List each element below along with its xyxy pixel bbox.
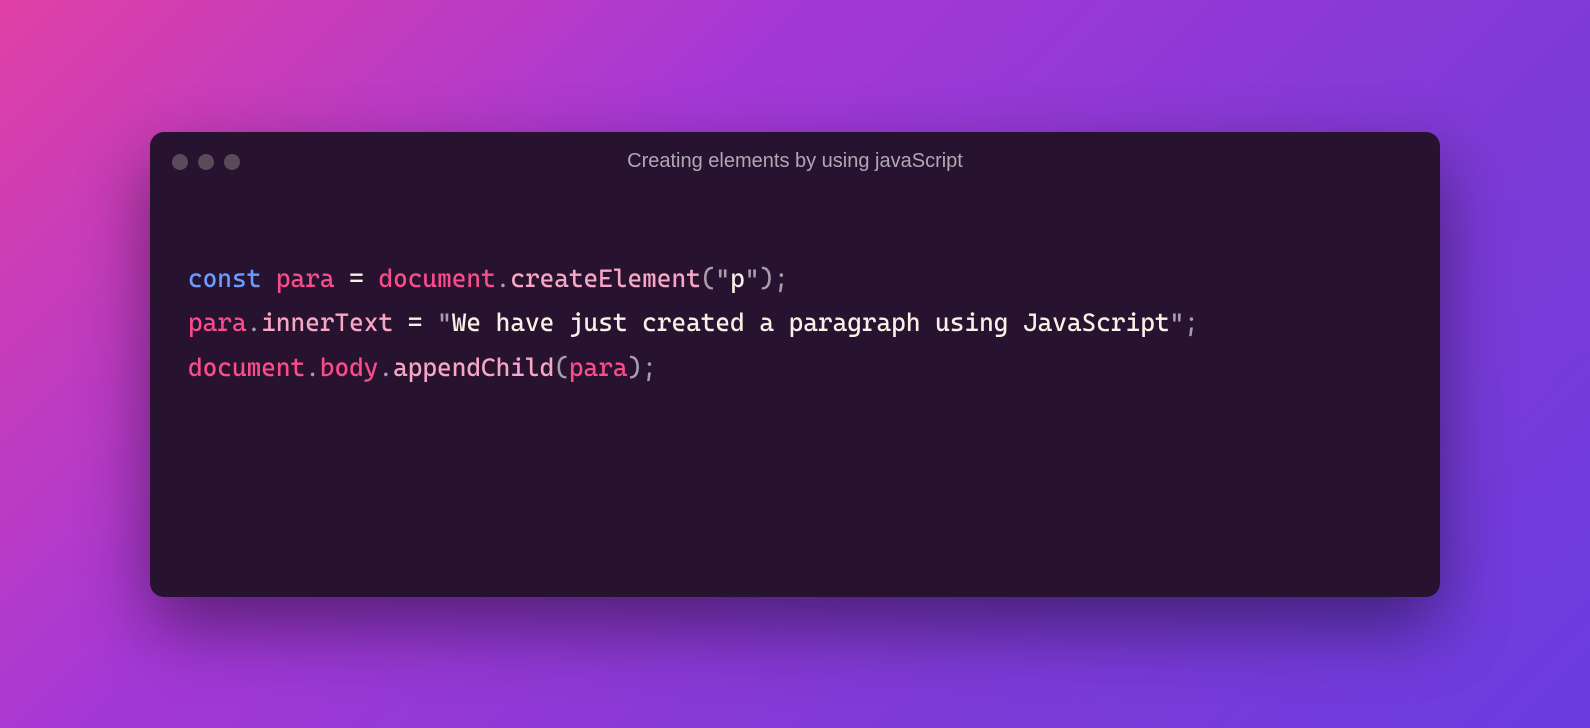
string-quote: " (745, 264, 760, 293)
punct-token: . (378, 353, 393, 382)
punct-token: ( (554, 353, 569, 382)
identifier-token: para (569, 353, 628, 382)
minimize-dot-icon[interactable] (198, 154, 214, 170)
punct-token: ) (759, 264, 774, 293)
punct-token: . (247, 308, 262, 337)
window-title: Creating elements by using javaScript (627, 150, 963, 173)
code-line: const para = document.createElement("p")… (188, 264, 789, 293)
string-quote: " (437, 308, 452, 337)
punct-token: . (305, 353, 320, 382)
punct-token: ) (627, 353, 642, 382)
identifier-token: para (188, 308, 247, 337)
method-token: appendChild (393, 353, 554, 382)
punct-token: ; (774, 264, 789, 293)
code-line: para.innerText = "We have just created a… (188, 308, 1199, 337)
close-dot-icon[interactable] (172, 154, 188, 170)
punct-token: ( (701, 264, 716, 293)
operator-token: = (349, 264, 364, 293)
operator-token: = (408, 308, 423, 337)
punct-token: ; (1184, 308, 1199, 337)
titlebar: Creating elements by using javaScript (150, 132, 1440, 192)
code-block: const para = document.createElement("p")… (150, 192, 1440, 421)
builtin-token: document (188, 353, 305, 382)
string-quote: " (1170, 308, 1185, 337)
window-controls (172, 154, 240, 170)
builtin-token: document (378, 264, 495, 293)
punct-token: . (496, 264, 511, 293)
code-line: document.body.appendChild(para); (188, 353, 657, 382)
string-quote: " (715, 264, 730, 293)
punct-token: ; (642, 353, 657, 382)
method-token: createElement (510, 264, 700, 293)
keyword-token: const (188, 264, 261, 293)
maximize-dot-icon[interactable] (224, 154, 240, 170)
property-token: innerText (261, 308, 393, 337)
identifier-token: para (276, 264, 335, 293)
string-token: p (730, 264, 745, 293)
property-token: body (320, 353, 379, 382)
string-token: We have just created a paragraph using J… (452, 308, 1170, 337)
code-window: Creating elements by using javaScript co… (150, 132, 1440, 597)
